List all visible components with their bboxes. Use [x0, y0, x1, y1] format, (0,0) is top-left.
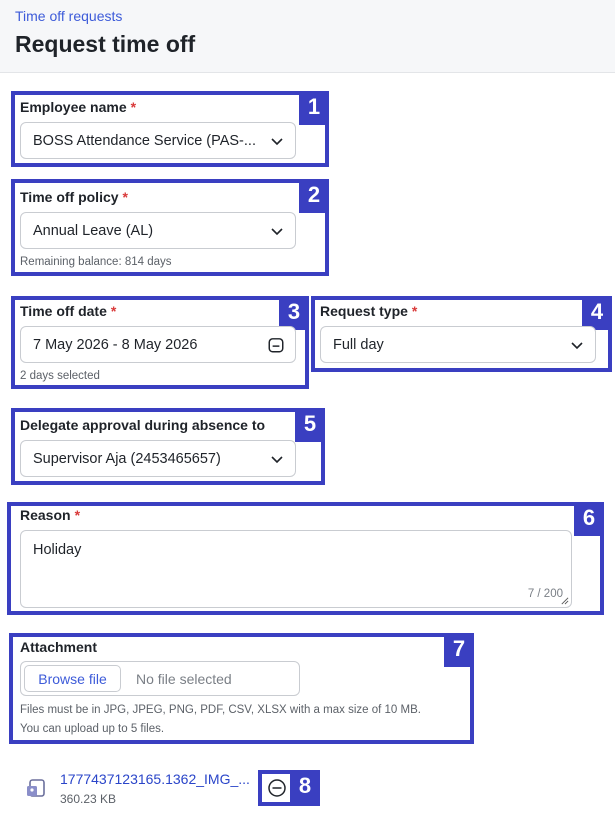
- attachment-limit-hint: You can upload up to 5 files.: [20, 723, 165, 735]
- required-marker: *: [110, 303, 117, 319]
- policy-label-text: Time off policy: [20, 189, 119, 205]
- callout-badge-4: 4: [582, 296, 612, 330]
- required-marker: *: [411, 303, 418, 319]
- request-type-label: Request type *: [320, 303, 417, 319]
- date-days-hint: 2 days selected: [20, 370, 100, 382]
- employee-select-value: BOSS Attendance Service (PAS-...: [33, 132, 256, 149]
- date-label: Time off date *: [20, 303, 116, 319]
- callout-badge-8: 8: [290, 770, 320, 806]
- image-file-icon: [27, 779, 45, 797]
- callout-badge-3: 3: [279, 296, 309, 330]
- browse-file-button[interactable]: Browse file: [24, 665, 121, 692]
- chevron-down-icon: [271, 137, 283, 145]
- request-type-label-text: Request type: [320, 303, 408, 319]
- page-header: Time off requests Request time off: [0, 0, 615, 73]
- breadcrumb-time-off-requests[interactable]: Time off requests: [15, 8, 122, 24]
- remove-file-icon[interactable]: [267, 778, 287, 798]
- request-type-value: Full day: [333, 336, 384, 353]
- employee-select[interactable]: BOSS Attendance Service (PAS-...: [20, 122, 296, 159]
- callout-badge-2: 2: [299, 179, 329, 213]
- date-label-text: Time off date: [20, 303, 107, 319]
- attachment-input[interactable]: Browse file No file selected: [20, 661, 300, 696]
- chevron-down-icon: [271, 227, 283, 235]
- attachment-format-hint: Files must be in JPG, JPEG, PNG, PDF, CS…: [20, 704, 421, 716]
- employee-label: Employee name *: [20, 99, 136, 115]
- calendar-icon[interactable]: [267, 336, 285, 354]
- uploaded-file-name[interactable]: 1777437123165.1362_IMG_...: [60, 771, 250, 787]
- chevron-down-icon: [571, 341, 583, 349]
- required-marker: *: [74, 507, 81, 523]
- callout-badge-1: 1: [299, 91, 329, 125]
- reason-textarea[interactable]: Holiday 7 / 200: [20, 530, 572, 608]
- chevron-down-icon: [271, 455, 283, 463]
- delegate-label: Delegate approval during absence to: [20, 417, 266, 433]
- reason-text: Holiday: [33, 542, 82, 558]
- required-marker: *: [122, 189, 128, 205]
- page-title: Request time off: [15, 31, 196, 57]
- callout-badge-7: 7: [444, 633, 474, 667]
- reason-label-text: Reason: [20, 507, 71, 523]
- policy-select-value: Annual Leave (AL): [33, 222, 154, 239]
- callout-badge-5: 5: [295, 408, 325, 442]
- uploaded-file-size: 360.23 KB: [60, 792, 117, 806]
- reason-char-counter: 7 / 200: [527, 588, 563, 600]
- browse-file-label: Browse file: [38, 671, 107, 687]
- date-picker-input[interactable]: 7 May 2026 - 8 May 2026: [20, 326, 296, 363]
- policy-select[interactable]: Annual Leave (AL): [20, 212, 296, 249]
- resize-handle-icon[interactable]: [560, 596, 569, 605]
- delegate-select[interactable]: Supervisor Aja (2453465657): [20, 440, 296, 477]
- delegate-select-value: Supervisor Aja (2453465657): [33, 450, 221, 467]
- policy-balance-hint: Remaining balance: 814 days: [20, 256, 172, 268]
- callout-badge-6: 6: [574, 502, 604, 536]
- no-file-selected-text: No file selected: [136, 671, 232, 687]
- employee-label-text: Employee name: [20, 99, 127, 115]
- date-picker-value: 7 May 2026 - 8 May 2026: [33, 336, 198, 353]
- policy-label: Time off policy *: [20, 189, 128, 205]
- required-marker: *: [130, 99, 137, 115]
- request-type-select[interactable]: Full day: [320, 326, 596, 363]
- attachment-label: Attachment: [20, 639, 98, 655]
- reason-label: Reason *: [20, 507, 80, 523]
